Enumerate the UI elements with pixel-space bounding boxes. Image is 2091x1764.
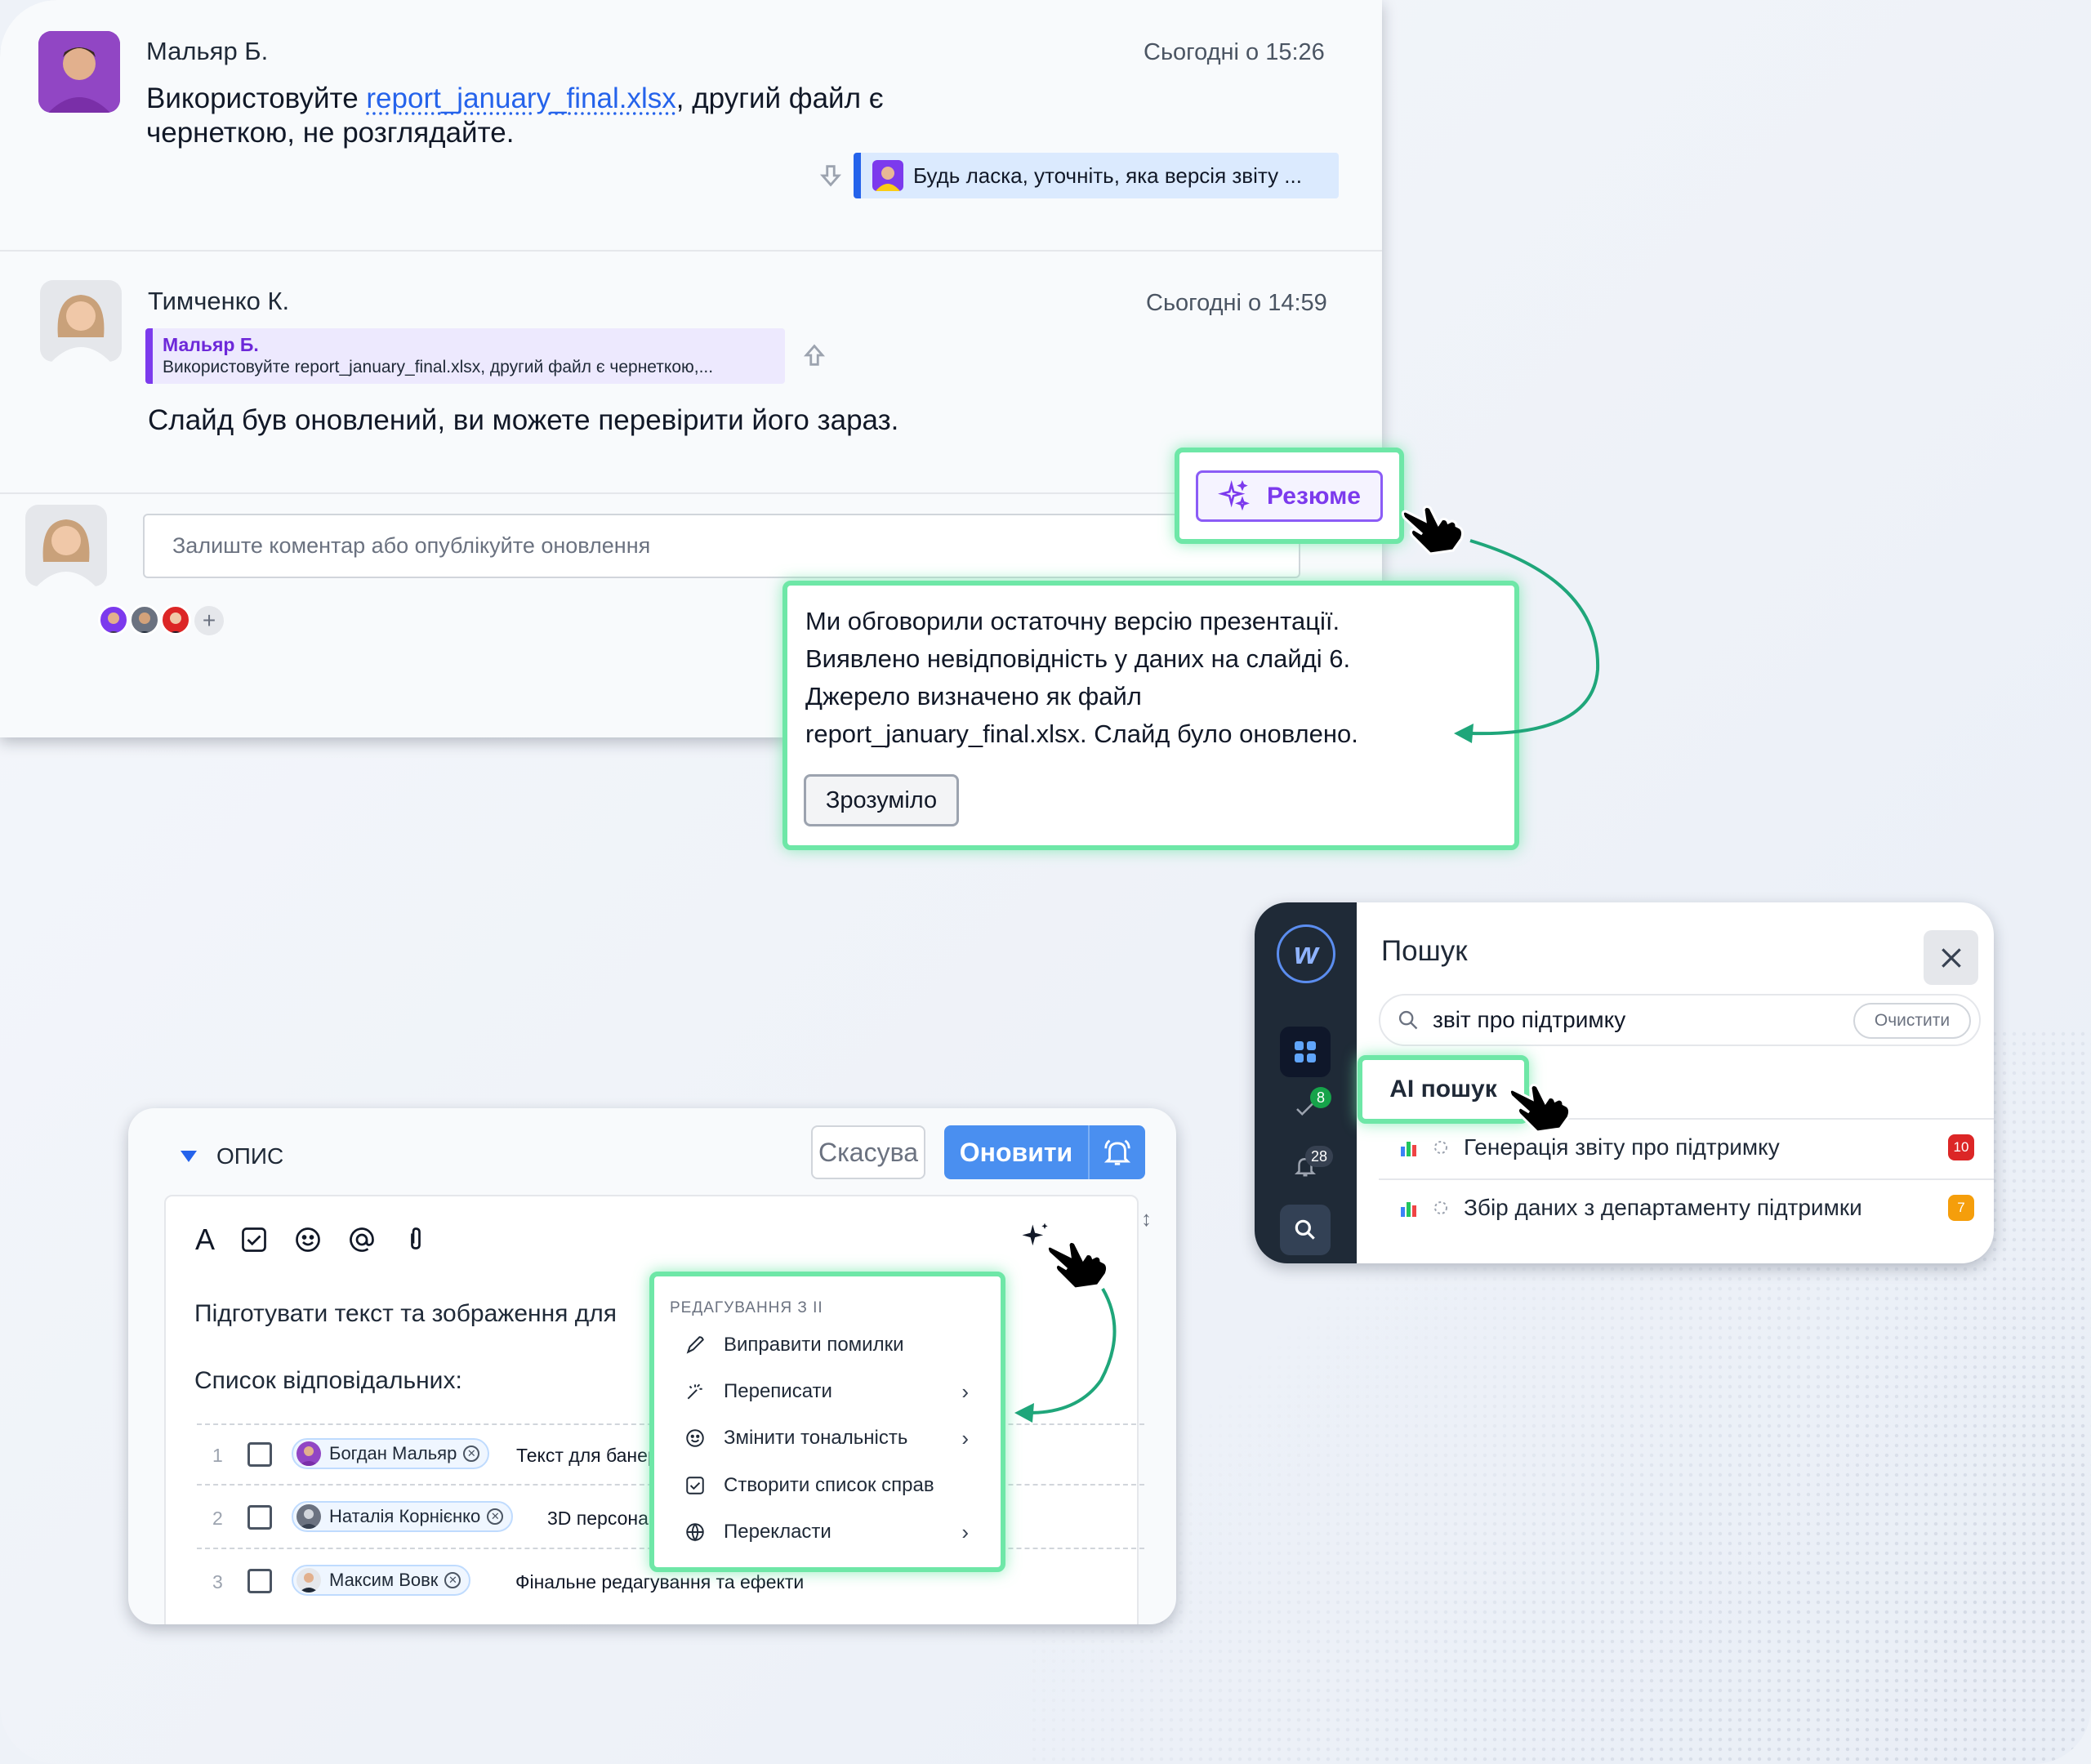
close-button[interactable] [1924,930,1978,985]
chart-icon [1401,1202,1416,1217]
cancel-button[interactable]: Скасува [811,1125,925,1179]
row-task: Текст для банер [516,1445,658,1466]
reply-arrow-icon[interactable] [817,162,845,194]
curved-arrow-icon [1014,1288,1117,1423]
checkbox-icon [683,1475,707,1496]
assignees-heading: Список відповідальних: [194,1367,462,1394]
remove-assignee-icon[interactable]: ✕ [444,1572,461,1588]
description-text: Підготувати текст та зображення для [194,1300,617,1327]
remove-assignee-icon[interactable]: ✕ [463,1446,480,1462]
row-number: 1 [212,1445,223,1466]
notifications-badge: 28 [1305,1146,1333,1167]
side-rail: w 8 28 [1255,902,1357,1263]
mention-icon[interactable] [347,1225,377,1254]
message-time: Сьогодні о 14:59 [1146,290,1327,316]
attachment-icon[interactable] [401,1225,430,1254]
summary-text: Ми обговорили остаточну версію презентац… [805,607,1358,748]
search-icon [1398,1010,1418,1030]
clear-button[interactable]: Очистити [1853,1003,1971,1039]
text-format-icon[interactable]: A [195,1223,215,1257]
file-link[interactable]: report_january_final.xlsx [366,82,675,114]
assignee-avatar [296,1441,321,1466]
tasks-badge: 8 [1310,1087,1331,1108]
message-author: Мальяр Б. [146,37,269,65]
pointer-hand-icon [1508,1078,1573,1139]
chevron-right-icon: › [961,1519,969,1544]
globe-icon [683,1521,707,1543]
search-rail-icon[interactable] [1280,1205,1331,1255]
assignee-tag[interactable]: Богдан Мальяр ✕ [292,1438,490,1469]
row-number: 3 [212,1571,223,1592]
chevron-right-icon: › [961,1425,969,1450]
message-time: Сьогодні о 15:26 [1144,39,1325,65]
magic-wand-icon [683,1381,707,1402]
update-button[interactable]: Оновити [944,1125,1145,1179]
participant-avatar[interactable] [160,604,191,635]
menu-item-fix-errors[interactable]: Виправити помилки [683,1334,969,1356]
search-result[interactable]: Збір даних з департаменту підтримки 7 [1379,1178,1994,1236]
reply-preview[interactable]: Будь ласка, уточніть, яка версія звіту .… [854,153,1339,198]
curved-arrow-icon [1454,539,1600,743]
understood-button[interactable]: Зрозуміло [804,774,959,826]
avatar-tymchenko[interactable] [40,280,122,362]
editor-toolbar: A [195,1223,430,1257]
summary-button[interactable]: Резюме [1196,470,1383,522]
collapse-triangle-icon[interactable] [181,1151,197,1162]
search-input[interactable]: звіт про підтримку Очистити [1379,994,1981,1046]
row-checkbox[interactable] [247,1505,272,1530]
result-count-badge: 10 [1948,1134,1974,1160]
assignee-avatar [296,1568,321,1592]
assignee-tag[interactable]: Максим Вовк ✕ [292,1565,471,1596]
ai-search-button[interactable]: AI пошук [1358,1055,1529,1124]
notify-bell-icon[interactable] [1088,1125,1145,1179]
close-icon [1941,947,1961,968]
message-divider [0,250,1382,252]
menu-item-create-todo[interactable]: Створити список справ [683,1474,969,1497]
row-number: 2 [212,1508,223,1529]
resize-handle-icon[interactable]: ↕ [1141,1206,1152,1232]
search-result[interactable]: Генерація звіту про підтримку 10 [1379,1118,1994,1175]
current-user-avatar [25,505,107,586]
status-open-icon [1434,1141,1447,1154]
row-checkbox[interactable] [247,1442,272,1467]
section-label: ОПИС [216,1143,284,1169]
result-count-badge: 7 [1948,1195,1974,1221]
smile-icon [683,1428,707,1449]
participant-avatar[interactable] [98,604,129,635]
message-text: Використовуйте report_january_final.xlsx… [146,82,884,149]
menu-item-translate[interactable]: Перекласти › [683,1519,969,1544]
message-text: Слайд був оновлений, ви можете перевірит… [148,404,899,436]
pen-icon [683,1334,707,1356]
row-task: 3D персона [547,1508,649,1529]
canvas: Мальяр Б. Сьогодні о 15:26 Використовуйт… [0,0,2091,1764]
comment-input[interactable]: Залиште коментар або опублікуйте оновлен… [143,514,1300,578]
menu-item-change-tone[interactable]: Змінити тональність › [683,1425,969,1450]
reply-avatar [872,160,903,191]
chevron-right-icon: › [961,1379,969,1404]
ai-menu-header: РЕДАГУВАННЯ З ІІ [670,1299,823,1316]
chart-icon [1401,1142,1416,1156]
row-task: Фінальне редагування та ефекти [515,1571,805,1592]
jump-to-quote-icon[interactable] [800,341,828,373]
emoji-icon[interactable] [293,1225,323,1254]
row-checkbox[interactable] [247,1569,272,1593]
remove-assignee-icon[interactable]: ✕ [487,1508,504,1525]
assignee-avatar [296,1504,321,1529]
sparkle-icon [1218,479,1250,510]
avatar-malyar[interactable] [38,31,120,113]
search-title: Пошук [1381,935,1468,967]
checkbox-icon[interactable] [239,1225,269,1254]
assignee-tag[interactable]: Наталія Корнієнко ✕ [292,1501,514,1532]
status-open-icon [1434,1201,1447,1214]
participant-avatar[interactable] [129,604,160,635]
apps-grid-icon[interactable] [1280,1027,1331,1077]
quoted-message[interactable]: Мальяр Б. Використовуйте report_january_… [145,328,785,384]
add-participant-button[interactable]: + [194,606,224,635]
message-author: Тимченко К. [148,287,290,315]
app-logo-icon[interactable]: w [1277,924,1335,983]
menu-item-rewrite[interactable]: Переписати › [683,1379,969,1404]
